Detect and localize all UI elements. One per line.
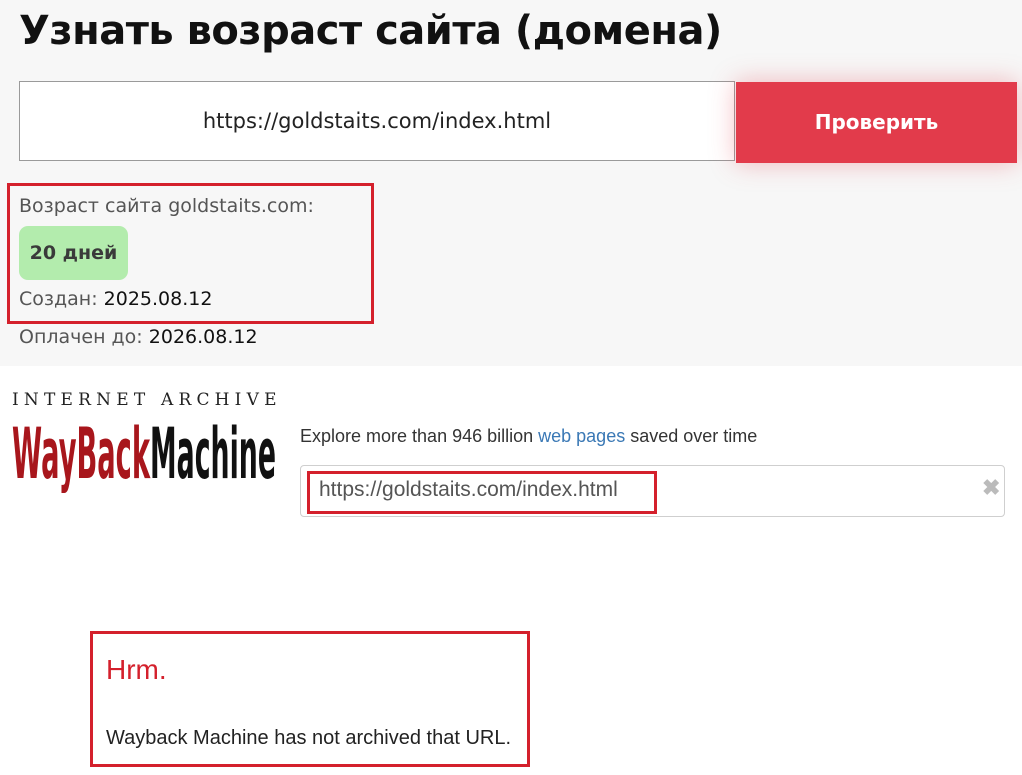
age-label: Возраст сайта goldstaits.com:	[19, 195, 314, 217]
check-button[interactable]: Проверить	[736, 82, 1017, 163]
paid-row: Оплачен до: 2026.08.12	[19, 326, 258, 348]
page-title: Узнать возраст сайта (домена)	[19, 8, 722, 54]
created-date: 2025.08.12	[103, 288, 213, 310]
logo-wayback-text: WayBack	[12, 418, 151, 494]
not-archived-message: Wayback Machine has not archived that UR…	[106, 727, 512, 749]
clear-icon[interactable]: ✖	[982, 475, 1000, 501]
hrm-heading: Hrm.	[106, 654, 167, 685]
explore-prefix: Explore more than 946 billion	[300, 426, 539, 446]
age-badge: 20 дней	[19, 226, 128, 280]
web-pages-link[interactable]: web pages	[538, 426, 625, 446]
logo-machine-text: Machine	[150, 418, 276, 494]
url-input[interactable]	[19, 81, 735, 161]
internet-archive-text: INTERNET ARCHIVE	[12, 390, 282, 410]
paid-label: Оплачен до:	[19, 326, 143, 348]
wayback-machine-logo[interactable]: WayBack Machine	[12, 418, 276, 494]
created-row: Создан: 2025.08.12	[19, 288, 212, 310]
paid-date: 2026.08.12	[148, 326, 258, 348]
explore-text: Explore more than 946 billion web pages …	[300, 426, 757, 447]
explore-suffix: saved over time	[625, 426, 758, 446]
search-highlight-box	[307, 471, 657, 514]
created-label: Создан:	[19, 288, 98, 310]
